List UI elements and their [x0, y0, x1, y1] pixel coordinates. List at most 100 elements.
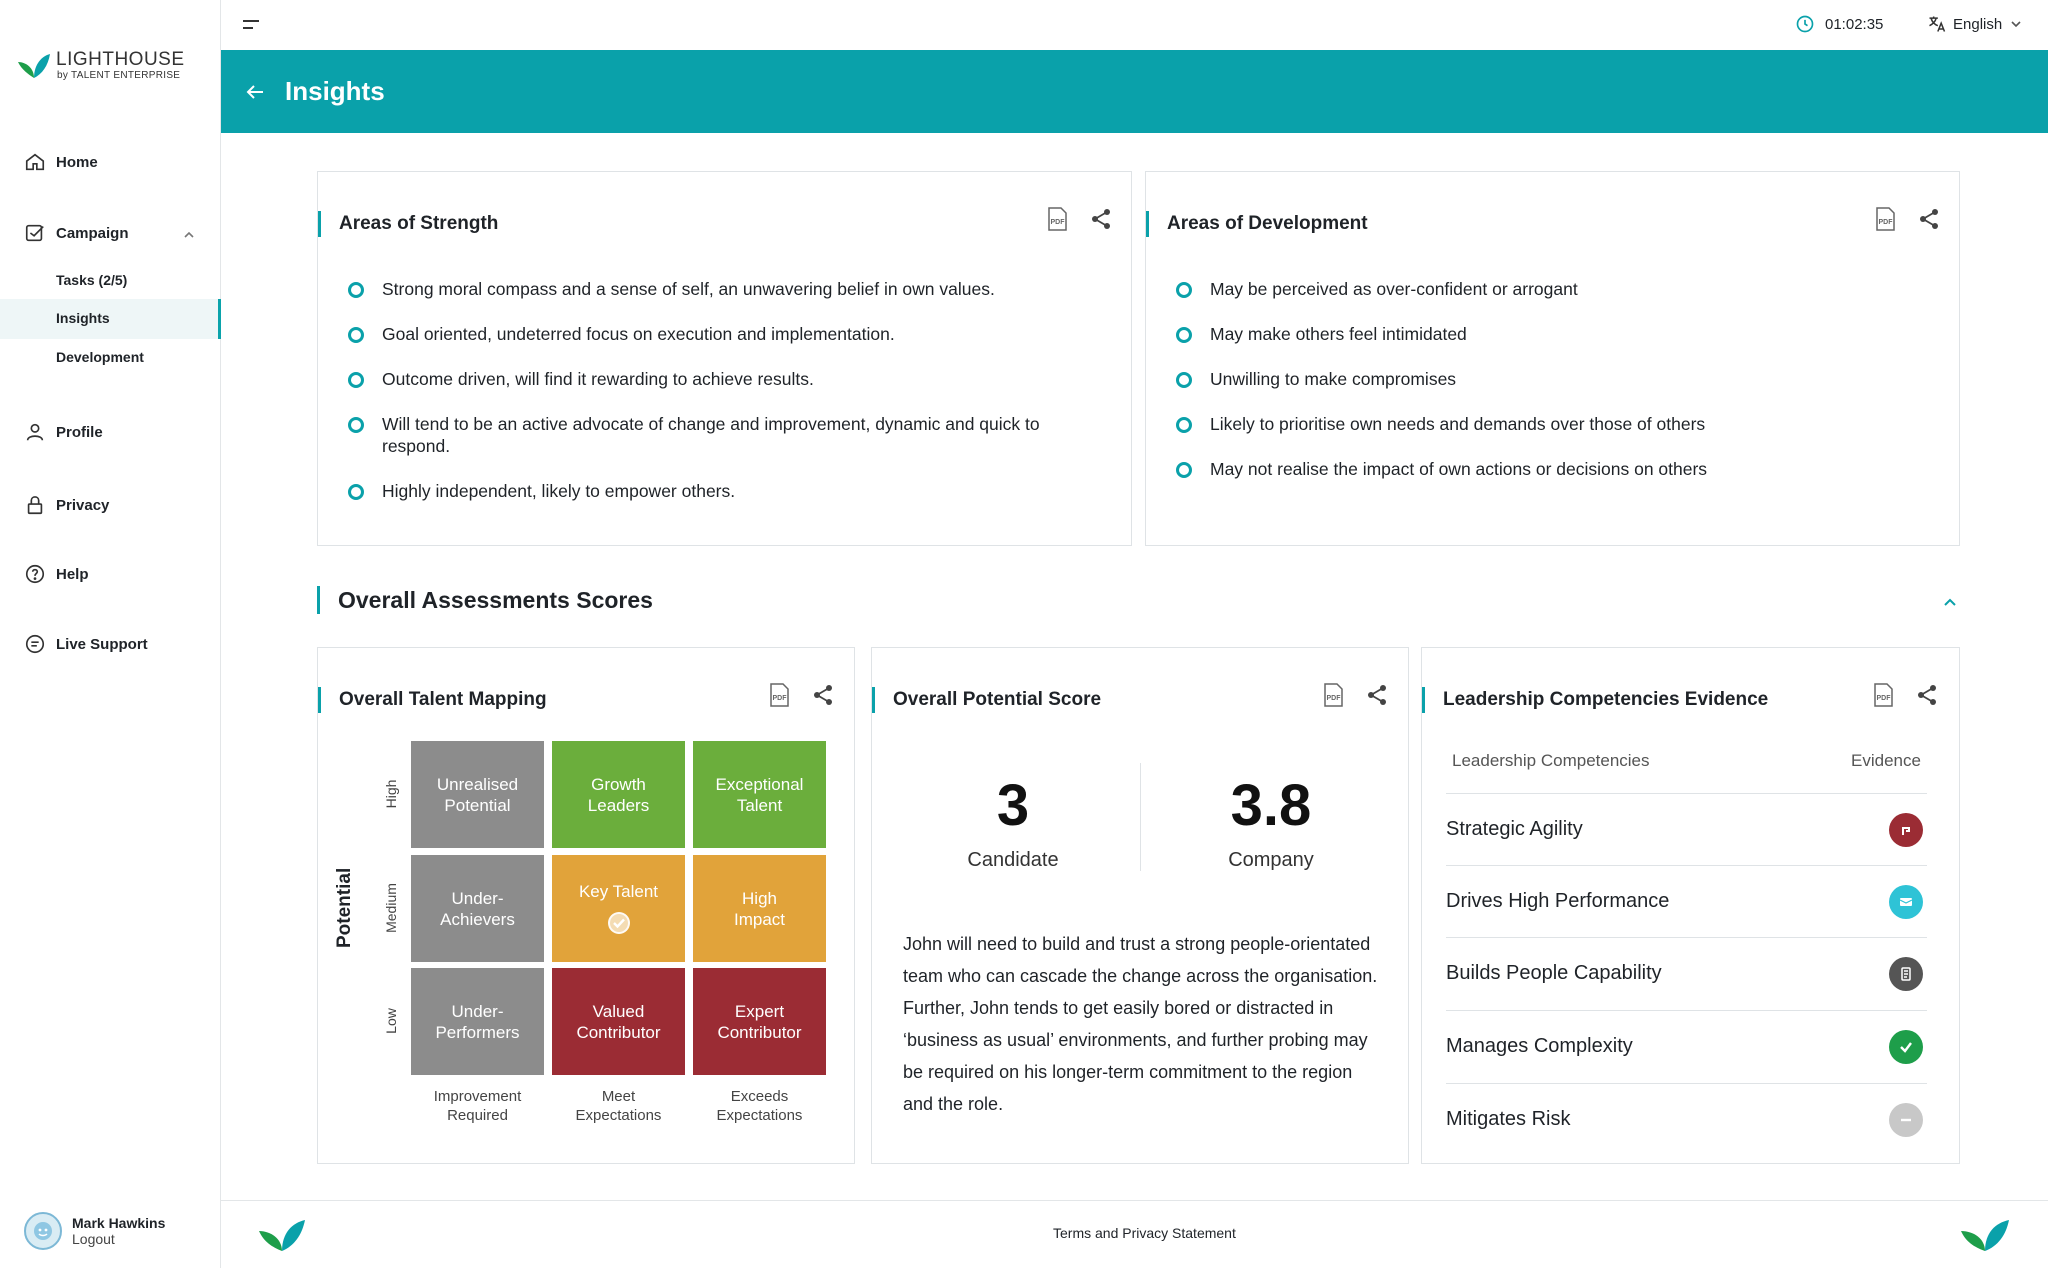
competency-label: Manages Complexity — [1446, 1035, 1633, 1057]
pdf-download-button[interactable]: PDF — [1318, 680, 1348, 710]
pdf-download-button[interactable]: PDF — [1042, 204, 1072, 234]
sidebar-item-label: Home — [56, 153, 98, 171]
sidebar-item-label: Privacy — [56, 496, 110, 514]
candidate-score: 3 — [996, 773, 1030, 838]
sidebar-item-label: Campaign — [56, 224, 129, 242]
chevron-up-icon[interactable] — [182, 228, 196, 242]
chevron-up-icon[interactable] — [1941, 593, 1959, 611]
back-arrow-icon[interactable] — [243, 80, 267, 104]
share-icon — [1092, 209, 1110, 229]
user-profile[interactable]: Mark Hawkins Logout — [24, 1212, 165, 1250]
y-tick-medium: Medium — [383, 883, 399, 933]
share-button[interactable] — [1914, 204, 1944, 234]
table-row[interactable]: Builds People Capability — [1446, 937, 1927, 1009]
sidebar-sub-development[interactable]: Development — [56, 349, 144, 365]
list-item: Strong moral compass and a sense of self… — [348, 278, 1088, 300]
sidebar-item-label: Live Support — [56, 635, 148, 653]
brand-name: LIGHTHOUSE — [56, 49, 185, 70]
strength-title: Areas of Strength — [318, 211, 498, 237]
table-row[interactable]: Mitigates Risk — [1446, 1083, 1927, 1155]
pdf-download-button[interactable]: PDF — [764, 680, 794, 710]
card-icon[interactable] — [1889, 884, 1923, 919]
pdf-download-button[interactable]: PDF — [1868, 680, 1898, 710]
share-button[interactable] — [1362, 680, 1392, 710]
grid-cell-unrealised-potential: Unrealised Potential — [411, 741, 544, 848]
company-score: 3.8 — [1230, 773, 1312, 838]
home-icon — [25, 153, 45, 171]
cell-label: Exceptional Talent — [715, 774, 804, 815]
menu-toggle-icon[interactable] — [241, 18, 261, 32]
cell-label: Key Talent — [578, 882, 659, 901]
list-item: Will tend to be an active advocate of ch… — [348, 413, 1088, 457]
sidebar-active-highlight — [0, 299, 221, 339]
svg-text:PDF: PDF — [773, 695, 788, 702]
table-row[interactable]: Manages Complexity — [1446, 1010, 1927, 1082]
grid-cell-key-talent: Key Talent — [552, 855, 685, 962]
user-name: Mark Hawkins — [72, 1215, 166, 1231]
page-header: Insights — [221, 50, 2048, 133]
sidebar-item-campaign[interactable]: Campaign — [24, 222, 129, 244]
avatar-face-icon — [34, 1222, 52, 1240]
list-item: May make others feel intimidated — [1176, 323, 1916, 345]
leaf-logo-icon — [18, 54, 50, 78]
minus-icon[interactable] — [1889, 1102, 1923, 1137]
score-divider — [1140, 763, 1141, 871]
page-title: Insights — [285, 76, 385, 106]
chevron-down-icon — [2011, 21, 2021, 28]
share-button[interactable] — [1086, 204, 1116, 234]
y-tick-high: High — [383, 779, 399, 809]
competency-label: Builds People Capability — [1446, 962, 1662, 984]
brand-logo[interactable]: LIGHTHOUSE by TALENT ENTERPRISE — [16, 50, 185, 81]
brand-sub: by TALENT ENTERPRISE — [57, 70, 181, 81]
sidebar: LIGHTHOUSE by TALENT ENTERPRISE Home Cam… — [0, 0, 221, 1268]
clock-icon — [1796, 15, 1814, 33]
talent-title: Overall Talent Mapping — [318, 687, 547, 713]
avatar — [24, 1212, 62, 1250]
table-row[interactable]: Drives High Performance — [1446, 865, 1927, 937]
link-icon[interactable] — [1889, 812, 1923, 847]
table-row[interactable]: Strategic Agility — [1446, 793, 1927, 865]
sidebar-item-help[interactable]: Help — [24, 563, 89, 585]
sidebar-item-profile[interactable]: Profile — [24, 421, 103, 443]
timer-value: 01:02:35 — [1825, 15, 1884, 33]
svg-text:PDF: PDF — [1877, 695, 1892, 702]
leaf-logo-icon — [1961, 1220, 2009, 1251]
pdf-icon: PDF — [770, 683, 789, 707]
grid-cell-expert-contributor: Expert Contributor — [693, 968, 826, 1075]
user-icon — [26, 423, 44, 441]
list-item: Likely to prioritise own needs and deman… — [1176, 413, 1916, 435]
share-button[interactable] — [808, 680, 838, 710]
sidebar-item-label: Profile — [56, 423, 103, 441]
leaf-logo-icon — [259, 1220, 305, 1251]
sidebar-sub-tasks[interactable]: Tasks (2/5) — [56, 272, 127, 288]
sidebar-sub-insights[interactable]: Insights — [56, 310, 110, 326]
top-bar: 01:02:35 English — [221, 0, 2048, 50]
share-button[interactable] — [1912, 680, 1942, 710]
pdf-download-button[interactable]: PDF — [1870, 204, 1900, 234]
sidebar-item-label: Help — [56, 565, 89, 583]
cell-label: Growth Leaders — [587, 774, 650, 815]
lock-icon — [27, 496, 43, 515]
svg-text:PDF: PDF — [1879, 219, 1894, 226]
check-icon[interactable] — [1889, 1029, 1923, 1064]
svg-text:PDF: PDF — [1051, 219, 1066, 226]
terms-privacy-link[interactable]: Terms and Privacy Statement — [1053, 1225, 1236, 1241]
potential-title: Overall Potential Score — [872, 687, 1101, 713]
logout-link[interactable]: Logout — [72, 1231, 165, 1247]
potential-description: John will need to build and trust a stro… — [903, 934, 1378, 1114]
cell-label: Expert Contributor — [717, 1001, 802, 1042]
sidebar-item-live-support[interactable]: Live Support — [24, 633, 148, 655]
y-axis-label: Potential — [334, 867, 355, 948]
strength-list: Strong moral compass and a sense of self… — [348, 278, 1088, 525]
document-icon[interactable] — [1889, 956, 1923, 991]
x-tick-improvement: Improvement Required — [411, 1087, 544, 1125]
language-selector[interactable]: English — [1927, 14, 2028, 34]
sidebar-item-home[interactable]: Home — [24, 151, 98, 173]
list-item: May not realise the impact of own action… — [1176, 458, 1916, 480]
footer: Terms and Privacy Statement — [221, 1200, 2048, 1268]
candidate-label: Candidate — [967, 849, 1059, 871]
list-item: Goal oriented, undeterred focus on execu… — [348, 323, 1088, 345]
sidebar-item-privacy[interactable]: Privacy — [24, 494, 109, 516]
share-icon — [1368, 685, 1386, 705]
grid-cell-valued-contributor: Valued Contributor — [552, 968, 685, 1075]
